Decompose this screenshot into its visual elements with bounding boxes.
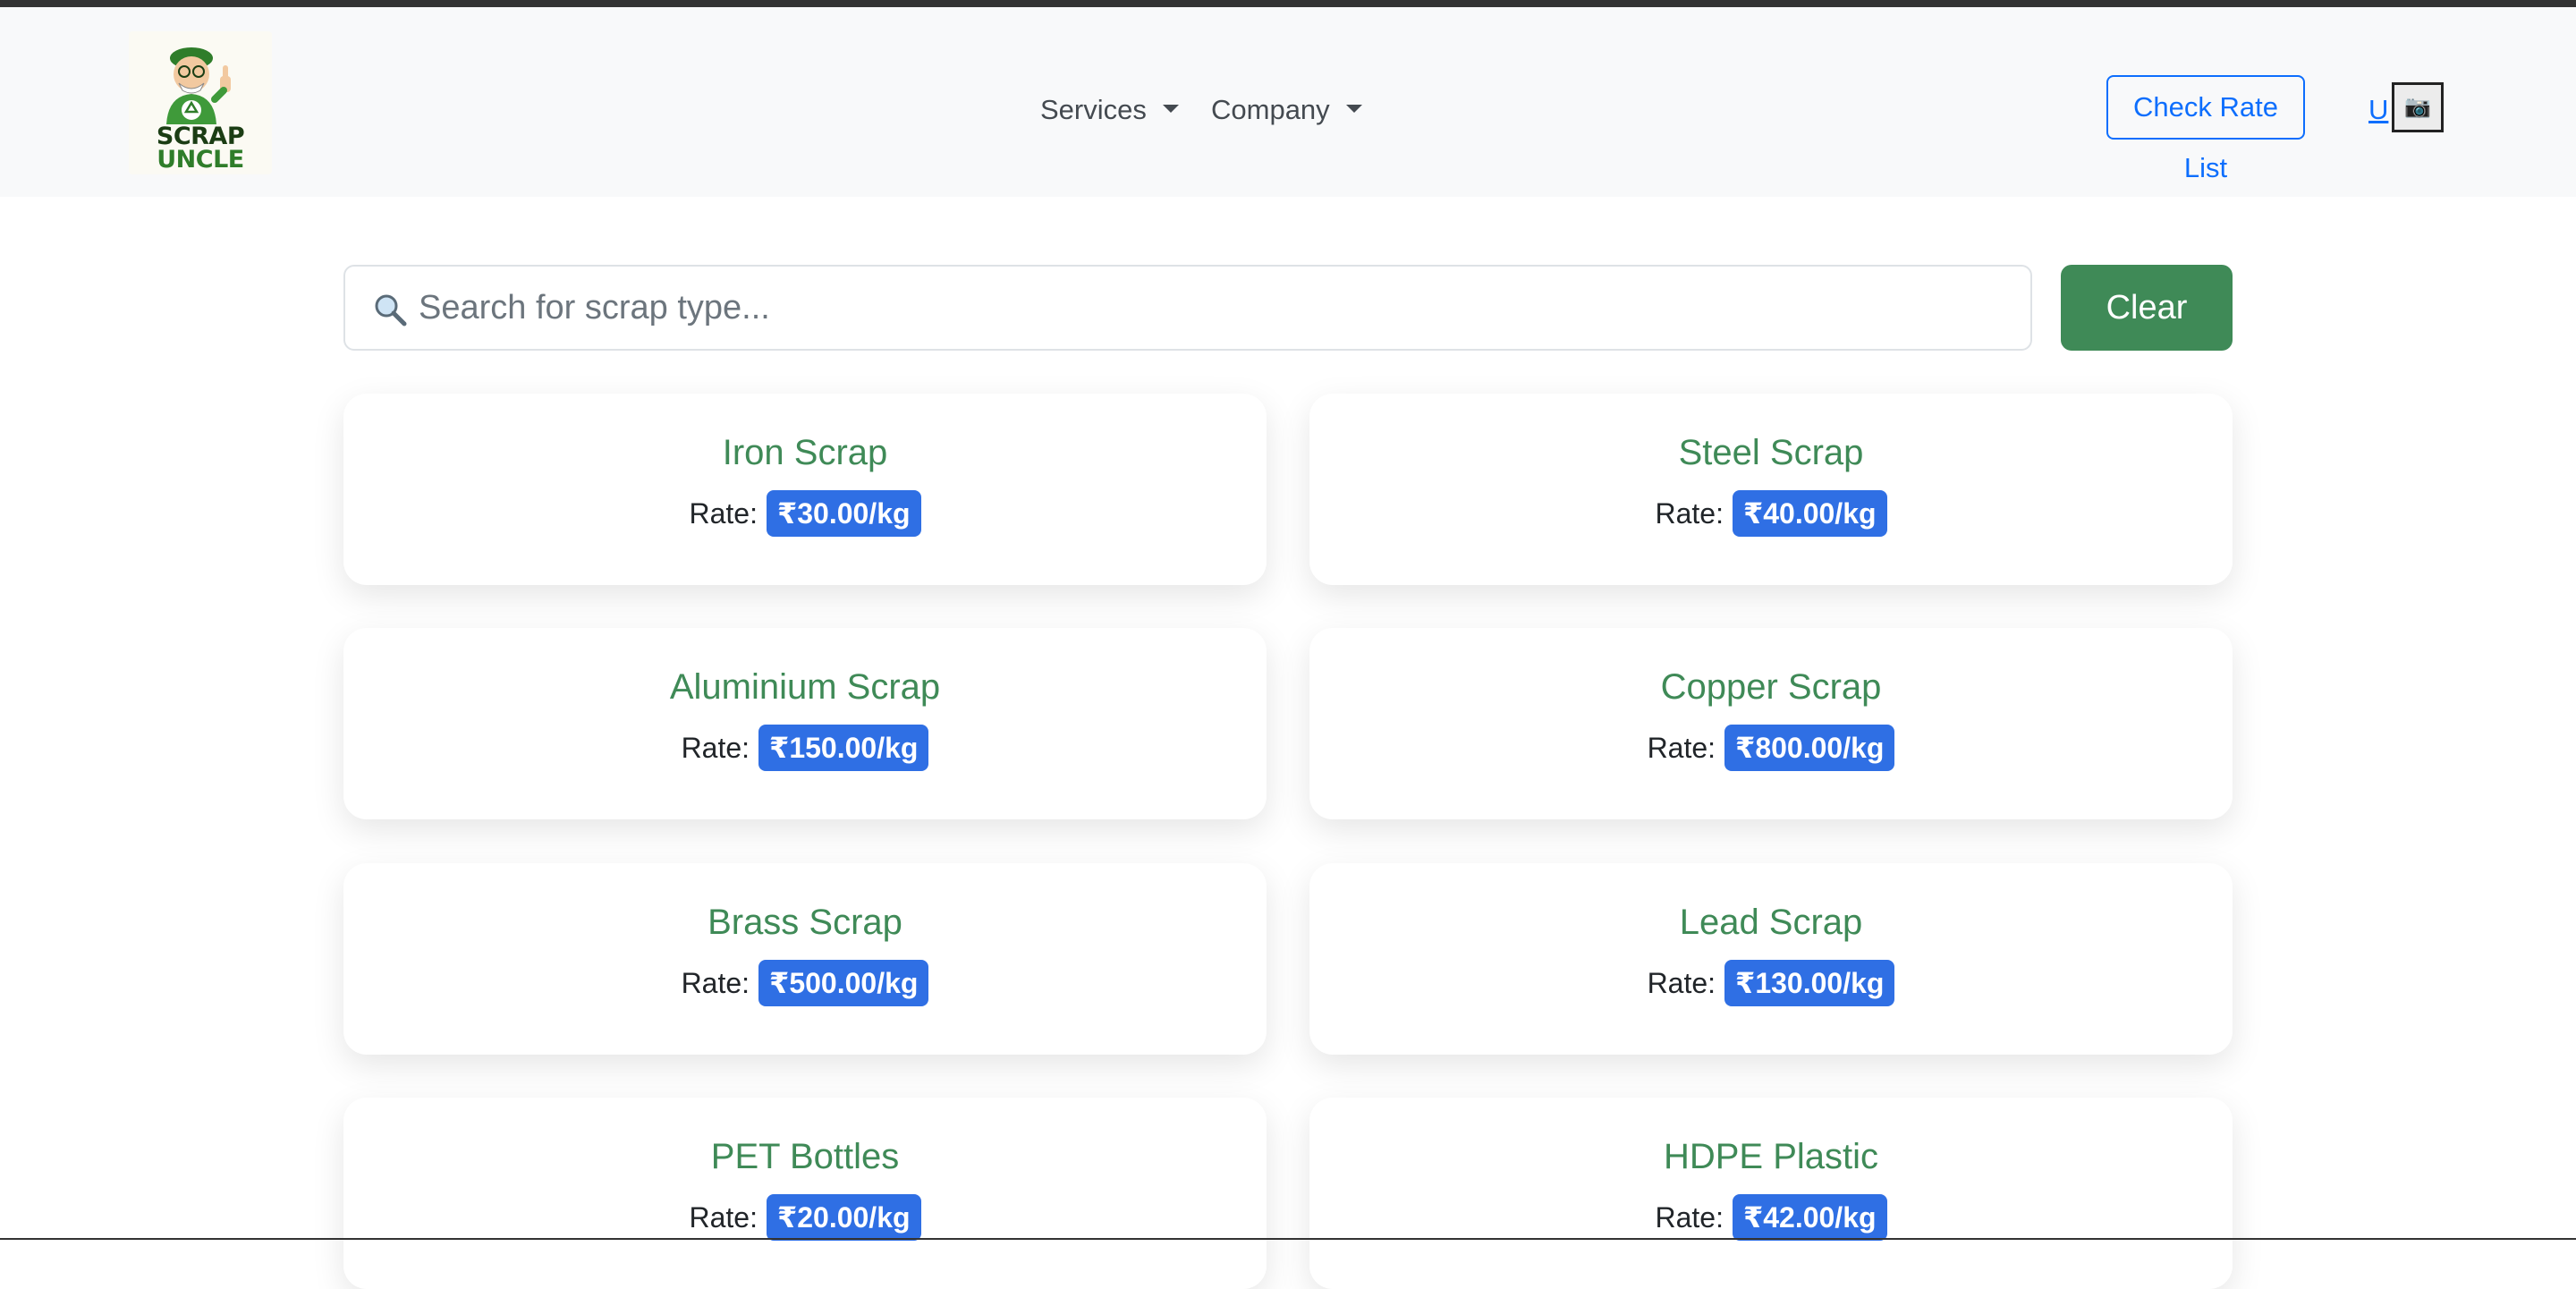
- rate-row: Rate: ₹40.00/kg: [1309, 490, 2233, 537]
- rate-row: Rate: ₹500.00/kg: [343, 960, 1267, 1006]
- nav-company-dropdown[interactable]: Company: [1211, 91, 1362, 129]
- scrap-card[interactable]: Aluminium Scrap Rate: ₹150.00/kg: [343, 628, 1267, 819]
- caret-down-icon: [1345, 105, 1362, 114]
- clear-button[interactable]: Clear: [2061, 265, 2233, 351]
- rate-row: Rate: ₹42.00/kg: [1309, 1194, 2233, 1241]
- rate-badge: ₹40.00/kg: [1732, 490, 1887, 537]
- rate-badge: ₹30.00/kg: [766, 490, 921, 537]
- scrap-card[interactable]: PET Bottles Rate: ₹20.00/kg: [343, 1098, 1267, 1289]
- rate-row: Rate: ₹130.00/kg: [1309, 960, 2233, 1006]
- rate-row: Rate: ₹20.00/kg: [343, 1194, 1267, 1241]
- check-rate-list-button[interactable]: Check Rate List: [2106, 75, 2305, 183]
- scrap-name: HDPE Plastic: [1663, 1137, 1879, 1176]
- rate-label: Rate:: [681, 967, 750, 999]
- rate-badge: ₹500.00/kg: [758, 960, 929, 1006]
- logo-text-uncle: UNCLE: [157, 146, 244, 174]
- rate-badge: ₹130.00/kg: [1724, 960, 1895, 1006]
- scrap-card[interactable]: Steel Scrap Rate: ₹40.00/kg: [1309, 394, 2233, 585]
- rate-row: Rate: ₹800.00/kg: [1309, 725, 2233, 771]
- scrap-name: Aluminium Scrap: [669, 667, 941, 707]
- rate-label: Rate:: [1647, 732, 1716, 764]
- rate-badge: ₹150.00/kg: [758, 725, 929, 771]
- rate-label: Rate:: [681, 732, 750, 764]
- scrap-name: Lead Scrap: [1679, 903, 1863, 942]
- rate-label: Rate:: [1647, 967, 1716, 999]
- rate-badge: ₹42.00/kg: [1732, 1194, 1887, 1241]
- scrap-name: Iron Scrap: [722, 433, 888, 472]
- nav-services-dropdown[interactable]: Services: [1040, 91, 1179, 129]
- rate-row: Rate: ₹30.00/kg: [343, 490, 1267, 537]
- rate-label: Rate:: [689, 497, 758, 530]
- scrap-card[interactable]: HDPE Plastic Rate: ₹42.00/kg: [1309, 1098, 2233, 1289]
- nav-company-label: Company: [1211, 94, 1330, 125]
- scrap-name: PET Bottles: [710, 1137, 900, 1176]
- user-link[interactable]: U: [2368, 91, 2388, 129]
- magnifier-icon: [375, 294, 407, 326]
- rate-row: Rate: ₹150.00/kg: [343, 725, 1267, 771]
- scrap-name: Steel Scrap: [1678, 433, 1864, 472]
- user-photo-icon[interactable]: 📷: [2392, 82, 2444, 132]
- scrap-card[interactable]: Iron Scrap Rate: ₹30.00/kg: [343, 394, 1267, 585]
- rate-label: Rate:: [689, 1201, 758, 1234]
- nav-services-label: Services: [1040, 94, 1147, 125]
- navbar: SCRAP UNCLE Services Company Check Rate …: [0, 7, 2576, 197]
- scrap-name: Brass Scrap: [708, 903, 902, 942]
- scrap-card[interactable]: Brass Scrap Rate: ₹500.00/kg: [343, 863, 1267, 1055]
- search-input[interactable]: [419, 267, 2020, 349]
- rate-label: Rate:: [1655, 1201, 1724, 1234]
- window-top-border: [0, 0, 2576, 7]
- rate-badge: ₹800.00/kg: [1724, 725, 1895, 771]
- rate-label: Rate:: [1655, 497, 1724, 530]
- caret-down-icon: [1162, 105, 1179, 114]
- search-box: [343, 265, 2032, 351]
- scrap-name: Copper Scrap: [1660, 667, 1882, 707]
- scrap-card[interactable]: Copper Scrap Rate: ₹800.00/kg: [1309, 628, 2233, 819]
- rate-badge: ₹20.00/kg: [766, 1194, 921, 1241]
- scrap-card[interactable]: Lead Scrap Rate: ₹130.00/kg: [1309, 863, 2233, 1055]
